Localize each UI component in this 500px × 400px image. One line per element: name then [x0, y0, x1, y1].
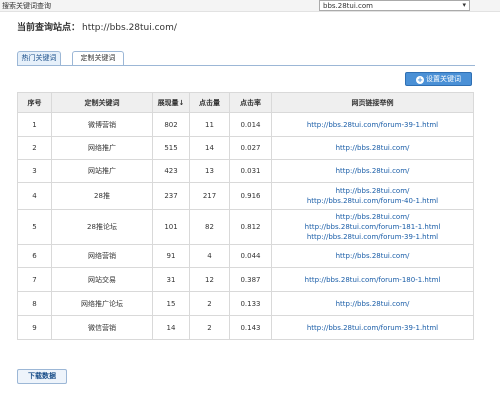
current-site-url: http://bbs.28tui.com/: [82, 23, 177, 33]
cell-no: 2: [17, 136, 52, 160]
cell-keyword: 网络推广论坛: [51, 291, 153, 316]
cell-links: http://bbs.28tui.com/forum-39-1.html: [271, 315, 474, 340]
col-header-no: 序号: [17, 92, 52, 113]
plus-icon: +: [416, 76, 424, 84]
cell-no: 9: [17, 315, 52, 340]
table-row: 1 微博营销 802 11 0.014 http://bbs.28tui.com/foru…: [17, 112, 474, 137]
cell-clicks: 13: [189, 159, 230, 183]
table-row: 4 28推 237 217 0.916 http://bbs.28tui.com/http…: [17, 182, 474, 210]
col-header-rate: 点击率: [229, 92, 272, 113]
cell-links: http://bbs.28tui.com/http://bbs.28tui.co…: [271, 182, 474, 210]
current-site: 当前查询站点： http://bbs.28tui.com/: [17, 20, 177, 33]
cell-no: 3: [17, 159, 52, 183]
site-select[interactable]: bbs.28tui.com ▾: [319, 0, 470, 11]
table-header-row: 序号 定制关键词 展现量↓ 点击量 点击率 网页链接举例: [17, 92, 474, 113]
cell-rate: 0.916: [229, 182, 272, 210]
cell-views: 101: [152, 209, 190, 245]
cell-keyword: 网络营销: [51, 244, 153, 268]
cell-views: 515: [152, 136, 190, 160]
cell-clicks: 11: [189, 112, 230, 137]
page-title: 搜索关键词查询: [2, 2, 51, 10]
tab-divider: [17, 65, 475, 66]
tab-hot-keywords[interactable]: 热门关键词: [17, 51, 61, 65]
col-header-links: 网页链接举例: [271, 92, 474, 113]
set-keywords-label: 设置关键词: [426, 75, 461, 83]
col-header-views[interactable]: 展现量↓: [152, 92, 190, 113]
col-header-clicks: 点击量: [189, 92, 230, 113]
page-link[interactable]: http://bbs.28tui.com/: [273, 299, 473, 309]
cell-links: http://bbs.28tui.com/http://bbs.28tui.co…: [271, 209, 474, 245]
cell-no: 4: [17, 182, 52, 210]
cell-rate: 0.133: [229, 291, 272, 316]
chevron-down-icon[interactable]: ▾: [462, 1, 466, 9]
cell-views: 31: [152, 267, 190, 292]
col-header-keyword: 定制关键词: [51, 92, 153, 113]
page-link[interactable]: http://bbs.28tui.com/forum-39-1.html: [273, 232, 473, 242]
cell-keyword: 微博营销: [51, 112, 153, 137]
cell-clicks: 82: [189, 209, 230, 245]
download-data-button[interactable]: 下载数据: [17, 369, 67, 384]
cell-rate: 0.387: [229, 267, 272, 292]
page-link[interactable]: http://bbs.28tui.com/: [273, 251, 473, 261]
cell-keyword: 网站交易: [51, 267, 153, 292]
cell-links: http://bbs.28tui.com/: [271, 291, 474, 316]
cell-views: 237: [152, 182, 190, 210]
cell-views: 15: [152, 291, 190, 316]
cell-keyword: 28推: [51, 182, 153, 210]
cell-clicks: 4: [189, 244, 230, 268]
cell-no: 8: [17, 291, 52, 316]
table-row: 2 网络推广 515 14 0.027 http://bbs.28tui.com/: [17, 136, 474, 160]
page-link[interactable]: http://bbs.28tui.com/: [273, 166, 473, 176]
set-keywords-button[interactable]: + 设置关键词: [405, 72, 472, 86]
cell-views: 14: [152, 315, 190, 340]
cell-keyword: 28推论坛: [51, 209, 153, 245]
cell-keyword: 微信营销: [51, 315, 153, 340]
cell-clicks: 2: [189, 291, 230, 316]
cell-clicks: 217: [189, 182, 230, 210]
table-row: 5 28推论坛 101 82 0.812 http://bbs.28tui.com/htt…: [17, 209, 474, 245]
cell-keyword: 网站推广: [51, 159, 153, 183]
table-row: 3 网站推广 423 13 0.031 http://bbs.28tui.com/: [17, 159, 474, 183]
cell-links: http://bbs.28tui.com/forum-180-1.html: [271, 267, 474, 292]
page-link[interactable]: http://bbs.28tui.com/forum-181-1.html: [273, 222, 473, 232]
cell-no: 1: [17, 112, 52, 137]
cell-keyword: 网络推广: [51, 136, 153, 160]
table-row: 7 网站交易 31 12 0.387 http://bbs.28tui.com/forum…: [17, 267, 474, 292]
cell-links: http://bbs.28tui.com/: [271, 136, 474, 160]
cell-rate: 0.031: [229, 159, 272, 183]
cell-no: 6: [17, 244, 52, 268]
cell-rate: 0.812: [229, 209, 272, 245]
table-row: 6 网络营销 91 4 0.044 http://bbs.28tui.com/: [17, 244, 474, 268]
current-site-label: 当前查询站点：: [17, 23, 81, 33]
page-link[interactable]: http://bbs.28tui.com/forum-180-1.html: [273, 275, 473, 285]
cell-no: 7: [17, 267, 52, 292]
page-link[interactable]: http://bbs.28tui.com/: [273, 143, 473, 153]
table-row: 8 网络推广论坛 15 2 0.133 http://bbs.28tui.com/: [17, 291, 474, 316]
page-link[interactable]: http://bbs.28tui.com/: [273, 186, 473, 196]
cell-views: 802: [152, 112, 190, 137]
top-bar: 搜索关键词查询 bbs.28tui.com ▾: [0, 0, 500, 12]
site-select-value: bbs.28tui.com: [323, 2, 373, 10]
page-link[interactable]: http://bbs.28tui.com/forum-40-1.html: [273, 196, 473, 206]
cell-views: 423: [152, 159, 190, 183]
cell-rate: 0.143: [229, 315, 272, 340]
table-row: 9 微信营销 14 2 0.143 http://bbs.28tui.com/forum-…: [17, 315, 474, 340]
page-link[interactable]: http://bbs.28tui.com/: [273, 212, 473, 222]
page-link[interactable]: http://bbs.28tui.com/forum-39-1.html: [273, 323, 473, 333]
cell-rate: 0.044: [229, 244, 272, 268]
tab-custom-keywords[interactable]: 定制关键词: [72, 51, 124, 65]
cell-links: http://bbs.28tui.com/: [271, 244, 474, 268]
cell-no: 5: [17, 209, 52, 245]
page-link[interactable]: http://bbs.28tui.com/forum-39-1.html: [273, 120, 473, 130]
cell-rate: 0.014: [229, 112, 272, 137]
cell-clicks: 2: [189, 315, 230, 340]
cell-clicks: 14: [189, 136, 230, 160]
cell-views: 91: [152, 244, 190, 268]
cell-clicks: 12: [189, 267, 230, 292]
cell-rate: 0.027: [229, 136, 272, 160]
cell-links: http://bbs.28tui.com/: [271, 159, 474, 183]
keyword-table: 序号 定制关键词 展现量↓ 点击量 点击率 网页链接举例 1 微博营销 802 11 0…: [17, 92, 474, 340]
cell-links: http://bbs.28tui.com/forum-39-1.html: [271, 112, 474, 137]
